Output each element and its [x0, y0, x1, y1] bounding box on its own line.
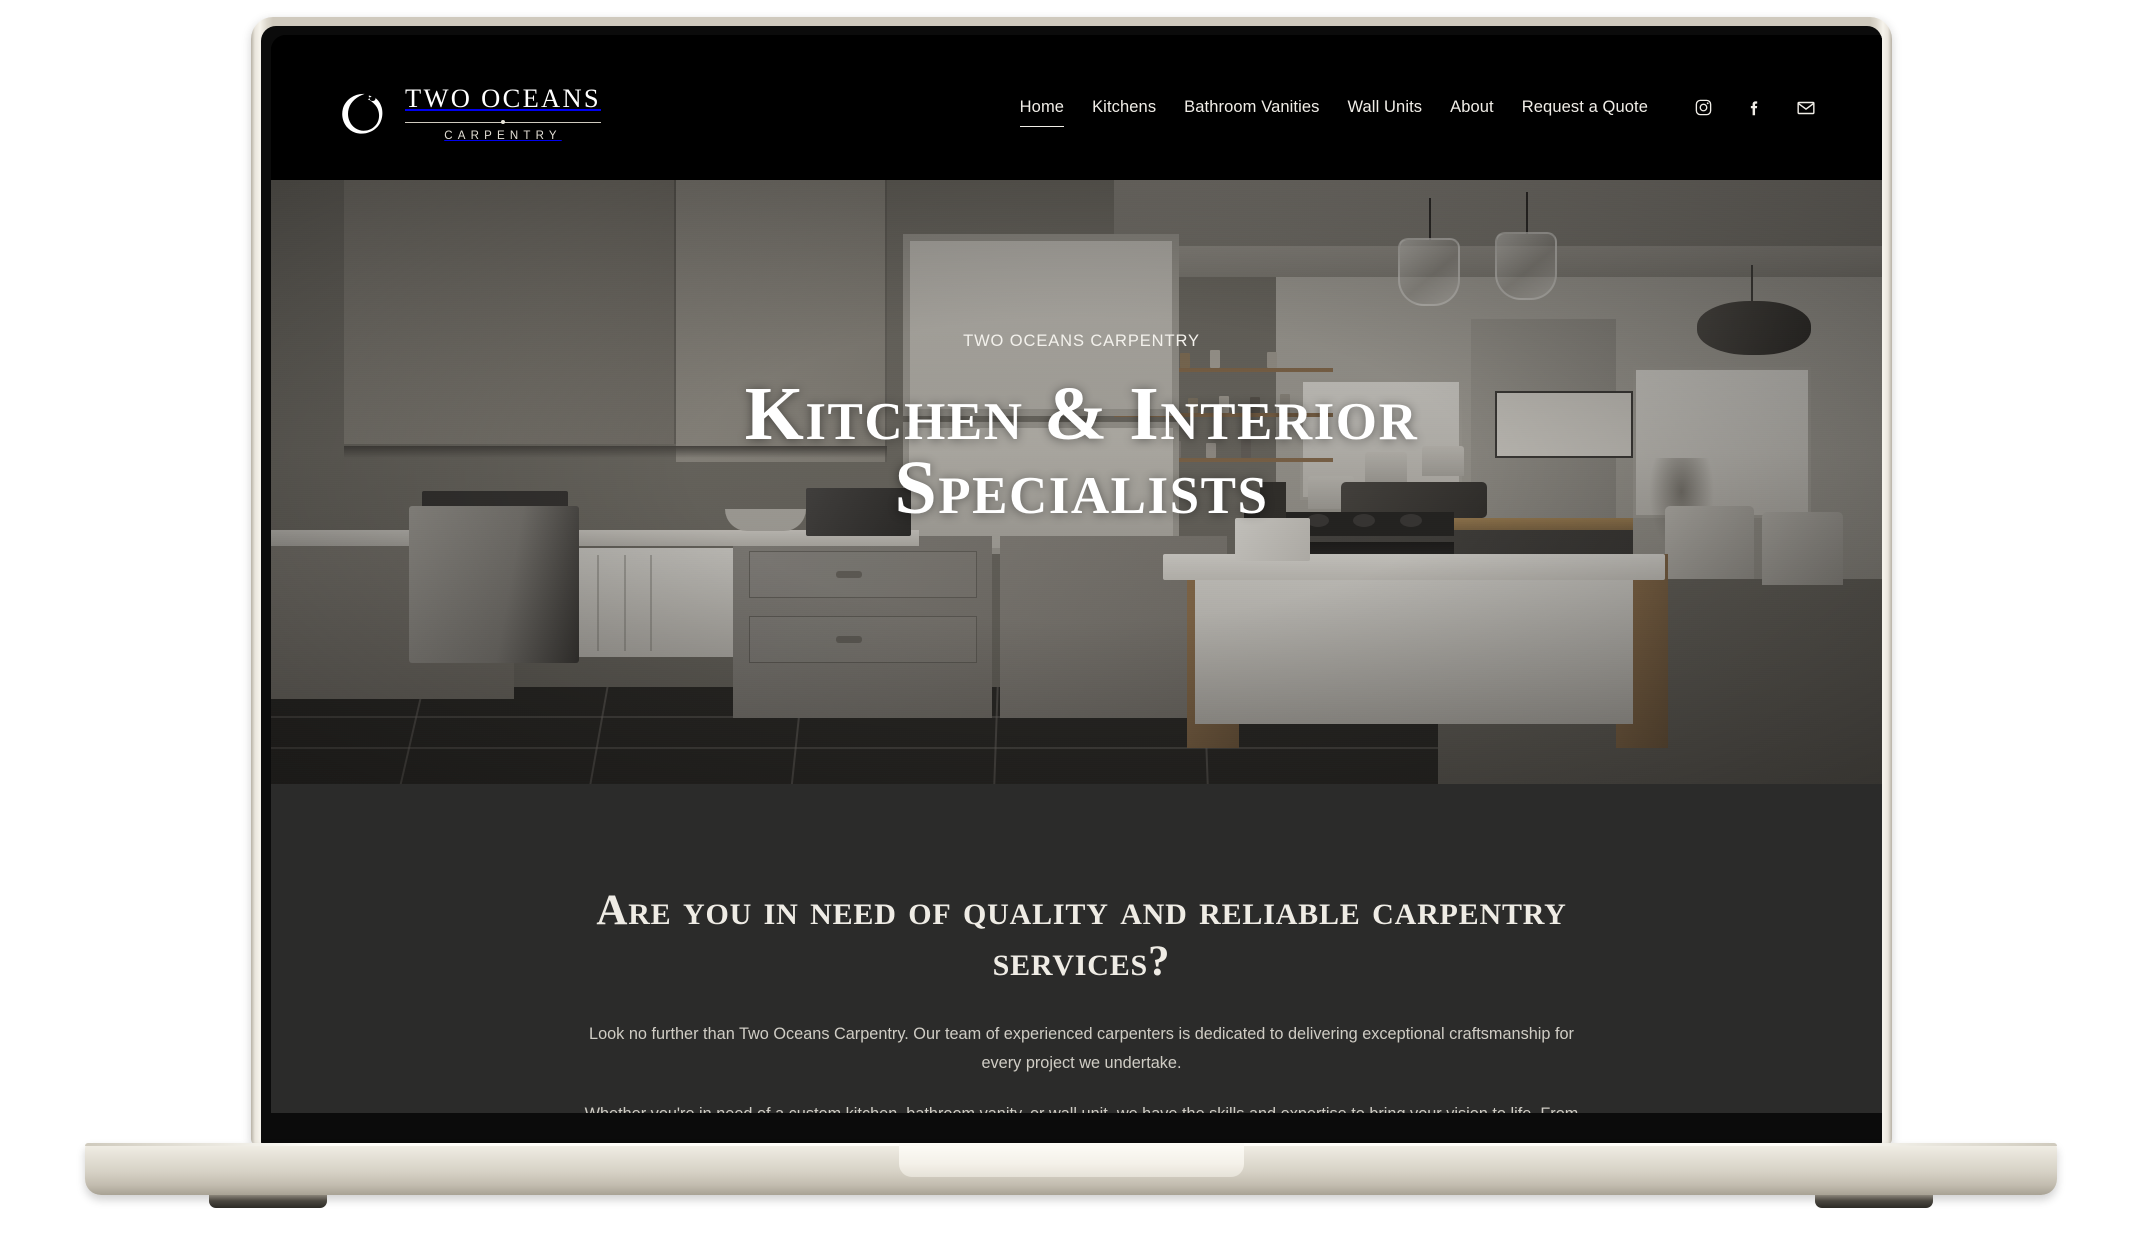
intro-section: Are you in need of quality and reliable … [271, 784, 1882, 1113]
brand-logo[interactable]: TWO OCEANS CARPENTRY [336, 85, 601, 142]
instagram-link[interactable] [1678, 98, 1729, 117]
brand-wordmark: TWO OCEANS CARPENTRY [405, 85, 601, 142]
email-icon [1797, 101, 1815, 114]
email-link[interactable] [1780, 98, 1832, 118]
brush-circle-logo-icon [342, 93, 383, 134]
nav-item-request-a-quote[interactable]: Request a Quote [1508, 98, 1662, 117]
nav-item-wall-units[interactable]: Wall Units [1333, 98, 1436, 117]
intro-body: Look no further than Two Oceans Carpentr… [271, 1020, 1882, 1113]
laptop-lid: TWO OCEANS CARPENTRY Home Kitchens Bathr… [251, 17, 1892, 1145]
laptop-foot-left [209, 1195, 327, 1208]
laptop-mockup: TWO OCEANS CARPENTRY Home Kitchens Bathr… [0, 0, 2133, 1239]
facebook-link[interactable] [1729, 98, 1780, 117]
website-page: TWO OCEANS CARPENTRY Home Kitchens Bathr… [271, 35, 1882, 1113]
laptop-foot-right [1815, 1195, 1933, 1208]
brand-name: TWO OCEANS [405, 83, 601, 113]
instagram-icon [1695, 99, 1712, 116]
social-links [1678, 98, 1832, 118]
nav-item-home[interactable]: Home [1006, 98, 1078, 128]
laptop-base [85, 1143, 2057, 1208]
nav-item-kitchens[interactable]: Kitchens [1078, 98, 1170, 117]
hero-content: TWO OCEANS CARPENTRY Kitchen & Interior … [271, 332, 1882, 526]
hero-eyebrow: TWO OCEANS CARPENTRY [963, 332, 1200, 350]
nav-item-bathroom-vanities[interactable]: Bathroom Vanities [1170, 98, 1333, 117]
intro-paragraph: Look no further than Two Oceans Carpentr… [589, 1025, 1574, 1073]
site-header: TWO OCEANS CARPENTRY Home Kitchens Bathr… [271, 35, 1882, 180]
laptop-screen-bezel: TWO OCEANS CARPENTRY Home Kitchens Bathr… [261, 26, 1882, 1145]
intro-paragraph: Whether you're in need of a custom kitch… [577, 1100, 1587, 1113]
hero-section: TWO OCEANS CARPENTRY Kitchen & Interior … [271, 180, 1882, 784]
brand-divider [405, 118, 601, 127]
hero-title: Kitchen & Interior Specialists [744, 372, 1419, 531]
nav-item-about[interactable]: About [1436, 98, 1508, 117]
brand-subtitle: CARPENTRY [444, 129, 562, 142]
facebook-icon [1750, 101, 1758, 116]
main-navigation: Home Kitchens Bathroom Vanities Wall Uni… [1006, 35, 1832, 180]
browser-viewport: TWO OCEANS CARPENTRY Home Kitchens Bathr… [271, 35, 1882, 1113]
base-notch [899, 1143, 1244, 1177]
intro-heading: Are you in need of quality and reliable … [596, 887, 1567, 985]
